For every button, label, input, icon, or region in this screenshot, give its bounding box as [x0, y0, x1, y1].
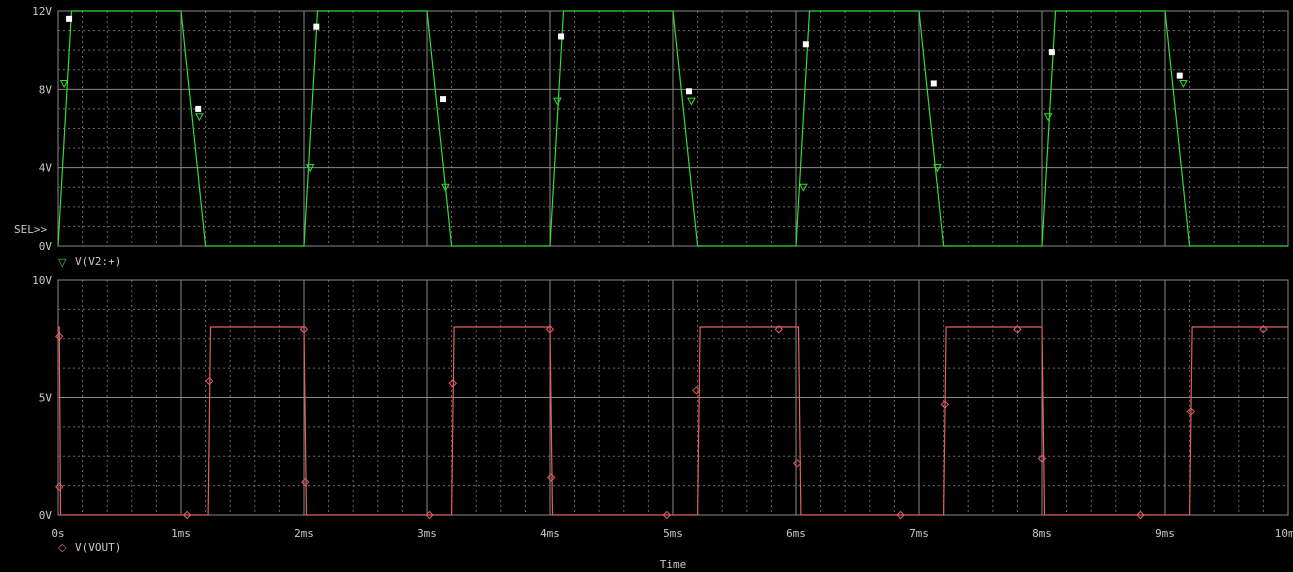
- x-tick-label: 2ms: [294, 527, 314, 540]
- x-tick-label: 3ms: [417, 527, 437, 540]
- x-tick-label: 6ms: [786, 527, 806, 540]
- x-tick-label: 8ms: [1032, 527, 1052, 540]
- cursor-square-marker: [1048, 49, 1055, 56]
- cursor-square-marker: [195, 105, 202, 112]
- x-tick-label: 0s: [51, 527, 64, 540]
- legend-label-v2[interactable]: V(V2:+): [75, 255, 121, 268]
- x-tick-label: 10ms: [1275, 527, 1293, 540]
- x-tick-label: 9ms: [1155, 527, 1175, 540]
- y-tick-label: 5V: [39, 392, 53, 405]
- cursor-square-marker: [1176, 72, 1183, 79]
- cursor-square-marker: [66, 15, 73, 22]
- legend-triangle-icon: ▽: [58, 256, 67, 269]
- cursor-square-marker: [558, 33, 565, 40]
- y-tick-label: 4V: [39, 162, 53, 175]
- x-axis-title: Time: [660, 558, 687, 571]
- y-tick-label: 10V: [32, 274, 52, 287]
- cursor-square-marker: [930, 80, 937, 87]
- y-tick-label: 0V: [39, 240, 53, 253]
- y-tick-label: 0V: [39, 509, 53, 522]
- cursor-square-marker: [685, 88, 692, 95]
- cursor-square-marker: [313, 23, 320, 30]
- x-tick-label: 7ms: [909, 527, 929, 540]
- cursor-square-marker: [802, 41, 809, 48]
- y-tick-label: 12V: [32, 5, 52, 18]
- legend-label-vout[interactable]: V(VOUT): [75, 541, 121, 554]
- cursor-square-marker: [439, 96, 446, 103]
- x-tick-label: 4ms: [540, 527, 560, 540]
- sel-marker: SEL>>: [14, 223, 47, 236]
- probe-window: 0V 4V 8V 12V SEL>> ▽ V(V2:+) 0V 5V 10V 0s 1ms 2…: [0, 0, 1293, 572]
- legend-diamond-icon: ◇: [58, 541, 67, 554]
- x-tick-label: 5ms: [663, 527, 683, 540]
- x-tick-label: 1ms: [171, 527, 191, 540]
- y-tick-label: 8V: [39, 83, 53, 96]
